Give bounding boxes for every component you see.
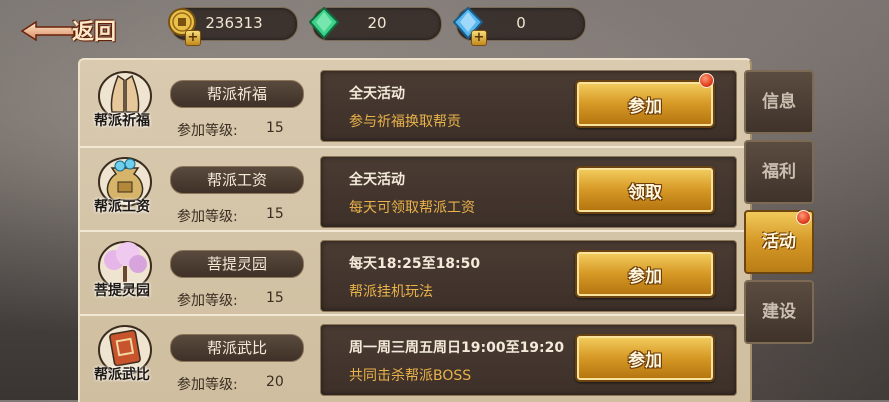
emblem-caption: 帮派祈福 bbox=[94, 113, 150, 129]
activity-time: 全天活动 bbox=[349, 86, 405, 102]
tab-notification-dot bbox=[796, 210, 811, 225]
activity-time: 全天活动 bbox=[349, 172, 405, 188]
tab-welfare[interactable]: 福利 bbox=[744, 140, 814, 204]
green-gem-currency: 20 bbox=[308, 6, 442, 41]
activity-desc: 参与祈福换取帮贡 bbox=[349, 114, 461, 130]
activity-name: 帮派祈福 bbox=[170, 80, 304, 108]
tab-label: 信息 bbox=[762, 92, 796, 112]
gold-value: 236313 bbox=[205, 14, 263, 32]
tab-label: 福利 bbox=[762, 162, 796, 182]
emblem-caption: 帮派武比 bbox=[94, 367, 150, 383]
activity-time: 每天18:25至18:50 bbox=[349, 256, 481, 272]
join-button[interactable]: 参加 bbox=[575, 250, 715, 298]
tab-label: 建设 bbox=[762, 302, 796, 322]
level-label: 参加等级: bbox=[177, 209, 238, 225]
activity-row-tournament: 帮派武比 帮派武比 参加等级: 20 周一周三周五周日19:00至19:20 共… bbox=[80, 314, 744, 396]
activity-row-salary: 帮派工资 帮派工资 参加等级: 15 全天活动 每天可领取帮派工资 领取 bbox=[80, 146, 744, 228]
button-label: 领取 bbox=[628, 183, 662, 203]
button-label: 参加 bbox=[628, 267, 662, 287]
notification-dot bbox=[699, 73, 714, 88]
level-value: 20 bbox=[266, 374, 284, 390]
tab-info[interactable]: 信息 bbox=[744, 70, 814, 134]
activity-name: 菩提灵园 bbox=[170, 250, 304, 278]
green-gem-value: 20 bbox=[367, 14, 387, 32]
activity-name: 帮派武比 bbox=[170, 334, 304, 362]
emblem-caption: 帮派工资 bbox=[94, 199, 150, 215]
activity-info: 全天活动 参与祈福换取帮贡 参加 bbox=[320, 70, 737, 142]
level-value: 15 bbox=[266, 206, 284, 222]
back-label: 返回 bbox=[72, 19, 117, 45]
activity-desc: 每天可领取帮派工资 bbox=[349, 200, 475, 216]
activity-info: 每天18:25至18:50 帮派挂机玩法 参加 bbox=[320, 240, 737, 312]
claim-button[interactable]: 领取 bbox=[575, 166, 715, 214]
level-label: 参加等级: bbox=[177, 377, 238, 393]
button-label: 参加 bbox=[628, 351, 662, 371]
activity-name: 帮派工资 bbox=[170, 166, 304, 194]
level-label: 参加等级: bbox=[177, 293, 238, 309]
gold-currency: + 236313 bbox=[168, 7, 298, 46]
activity-info: 全天活动 每天可领取帮派工资 领取 bbox=[320, 156, 737, 228]
activity-desc: 帮派挂机玩法 bbox=[349, 284, 433, 300]
activity-time: 周一周三周五周日19:00至19:20 bbox=[349, 340, 565, 356]
back-arrow-icon bbox=[20, 20, 75, 42]
activity-row-prayer: 帮派祈福 帮派祈福 参加等级: 15 全天活动 参与祈福换取帮贡 参加 bbox=[80, 60, 744, 142]
activity-desc: 共同击杀帮派BOSS bbox=[349, 368, 472, 384]
add-blue-gem-button[interactable]: + bbox=[471, 30, 487, 46]
level-value: 15 bbox=[266, 120, 284, 136]
button-label: 参加 bbox=[628, 97, 662, 117]
activity-row-garden: 菩提灵园 菩提灵园 参加等级: 15 每天18:25至18:50 帮派挂机玩法 … bbox=[80, 230, 744, 312]
emblem-caption: 菩提灵园 bbox=[94, 283, 150, 299]
add-gold-button[interactable]: + bbox=[185, 30, 201, 46]
tab-build[interactable]: 建设 bbox=[744, 280, 814, 344]
level-value: 15 bbox=[266, 290, 284, 306]
level-label: 参加等级: bbox=[177, 123, 238, 139]
blue-gem-value: 0 bbox=[516, 14, 526, 32]
join-button[interactable]: 参加 bbox=[575, 80, 715, 128]
blue-gem-currency: + 0 bbox=[452, 6, 586, 46]
back-button[interactable]: 返回 bbox=[14, 8, 124, 46]
tab-label: 活动 bbox=[762, 232, 796, 252]
activity-info: 周一周三周五周日19:00至19:20 共同击杀帮派BOSS 参加 bbox=[320, 324, 737, 396]
join-button[interactable]: 参加 bbox=[575, 334, 715, 382]
